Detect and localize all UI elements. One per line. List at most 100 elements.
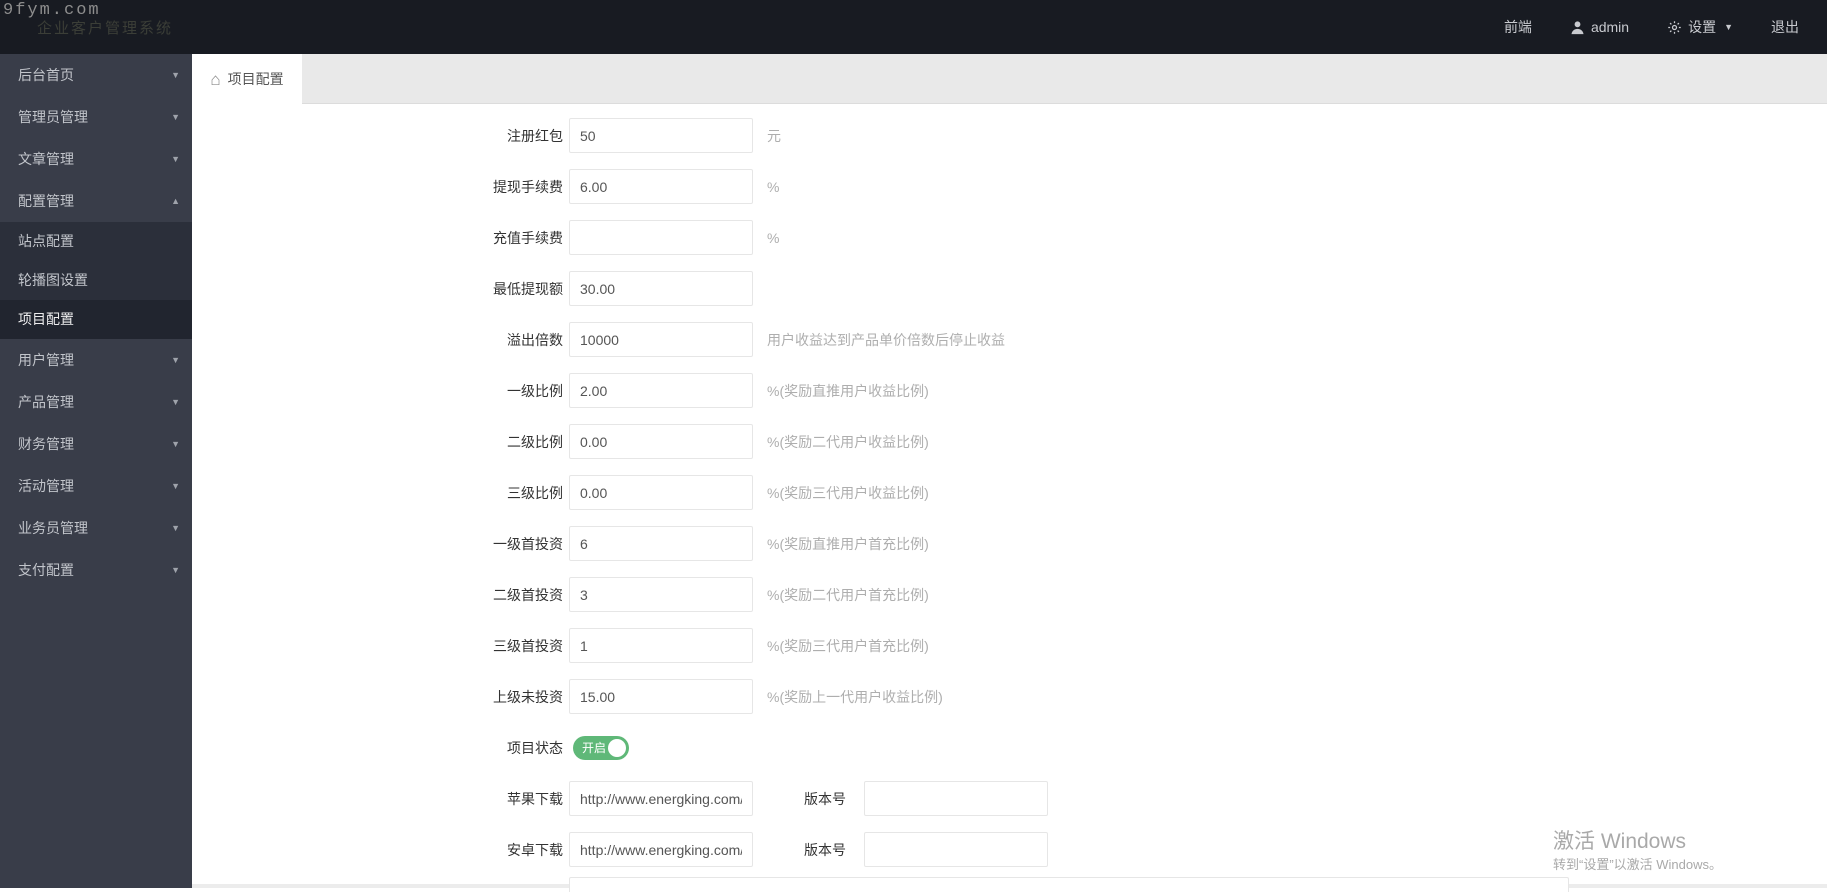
field-label-level2-first-invest: 二级首投资	[493, 586, 563, 603]
sidebar-subitem-轮播图设置[interactable]: 轮播图设置	[0, 261, 192, 300]
tab-title: 项目配置	[227, 71, 284, 87]
sidebar-item-业务员管理[interactable]: 业务员管理 ▼	[0, 507, 192, 549]
sidebar-item-label: 管理员管理	[18, 109, 88, 125]
nav-settings-label: 设置	[1688, 19, 1717, 35]
windows-activation-line2: 转到“设置”以激活 Windows。	[1553, 857, 1723, 872]
next-field-partial-input[interactable]	[569, 877, 1569, 892]
field-label-project-status: 项目状态	[507, 739, 563, 756]
input-android-download-version[interactable]	[864, 832, 1048, 867]
sidebar-subitem-label: 站点配置	[18, 233, 74, 249]
input-level3-first-invest[interactable]	[569, 628, 753, 663]
nav-settings[interactable]: 设置 ▼	[1667, 17, 1733, 37]
form-row-register-red-packet: 注册红包 元	[192, 118, 1827, 153]
chevron-down-icon: ▼	[171, 112, 180, 122]
field-hint-level2-first-invest: %(奖励二代用户首充比例)	[767, 586, 929, 603]
tab-project-config[interactable]: ⌂ 项目配置	[192, 54, 302, 104]
nav-frontend-label: 前端	[1503, 19, 1532, 35]
field-label-level1-first-invest: 一级首投资	[493, 535, 563, 552]
field-hint-level1-first-invest: %(奖励直推用户首充比例)	[767, 535, 929, 552]
form-row-level2-ratio: 二级比例 %(奖励二代用户收益比例)	[192, 424, 1827, 459]
input-withdraw-fee[interactable]	[569, 169, 753, 204]
input-level3-ratio[interactable]	[569, 475, 753, 510]
header-bar: 企业客户管理系统 前端 admin 设置 ▼ 退出	[0, 0, 1827, 54]
field-hint-level3-ratio: %(奖励三代用户收益比例)	[767, 484, 929, 501]
form-row-withdraw-fee: 提现手续费%	[192, 169, 1827, 204]
sidebar-subitem-项目配置[interactable]: 项目配置	[0, 300, 192, 339]
input-level2-ratio[interactable]	[569, 424, 753, 459]
field-label-level3-ratio: 三级比例	[507, 484, 563, 501]
input-apple-download-version[interactable]	[864, 781, 1048, 816]
input-level1-ratio[interactable]	[569, 373, 753, 408]
field-label-withdraw-fee: 提现手续费	[493, 178, 563, 195]
form-row-recharge-fee: 充值手续费%	[192, 220, 1827, 255]
chevron-down-icon: ▼	[171, 565, 180, 575]
nav-admin[interactable]: admin	[1570, 19, 1629, 35]
chevron-down-icon: ▼	[171, 481, 180, 491]
field-hint-level1-ratio: %(奖励直推用户收益比例)	[767, 382, 929, 399]
sidebar-item-管理员管理[interactable]: 管理员管理 ▼	[0, 96, 192, 138]
home-icon: ⌂	[210, 69, 221, 89]
input-android-download[interactable]	[569, 832, 753, 867]
field-label-overflow-multiple: 溢出倍数	[507, 331, 563, 348]
config-form: 注册红包元提现手续费%充值手续费%最低提现额溢出倍数用户收益达到产品单价倍数后停…	[192, 104, 1827, 867]
input-overflow-multiple[interactable]	[569, 322, 753, 357]
field-hint-overflow-multiple: 用户收益达到产品单价倍数后停止收益	[767, 331, 1005, 348]
field-label-parent-uninvested: 上级未投资	[493, 688, 563, 705]
sidebar-item-支付配置[interactable]: 支付配置 ▼	[0, 549, 192, 591]
sidebar-item-label: 用户管理	[18, 352, 74, 368]
sidebar-item-财务管理[interactable]: 财务管理 ▼	[0, 423, 192, 465]
field-hint-register-red-packet: 元	[767, 127, 781, 144]
toggle-project-status[interactable]: 开启	[573, 735, 629, 760]
sidebar-item-文章管理[interactable]: 文章管理 ▼	[0, 138, 192, 180]
field-label-apple-download: 苹果下载	[507, 790, 563, 807]
sidebar-item-label: 活动管理	[18, 478, 74, 494]
sidebar-subitem-label: 轮播图设置	[18, 272, 88, 288]
field-hint-level2-ratio: %(奖励二代用户收益比例)	[767, 433, 929, 450]
form-row-parent-uninvested: 上级未投资 %(奖励上一代用户收益比例)	[192, 679, 1827, 714]
input-min-withdraw[interactable]	[569, 271, 753, 306]
sidebar-item-label: 支付配置	[18, 562, 74, 578]
main-content: 注册红包元提现手续费%充值手续费%最低提现额溢出倍数用户收益达到产品单价倍数后停…	[192, 104, 1827, 892]
sidebar-submenu: 站点配置轮播图设置项目配置	[0, 222, 192, 339]
nav-frontend[interactable]: 前端	[1504, 17, 1532, 37]
nav-logout[interactable]: 退出	[1771, 17, 1799, 37]
sidebar-item-label: 后台首页	[18, 67, 74, 83]
sidebar-item-label: 配置管理	[18, 193, 74, 209]
input-level2-first-invest[interactable]	[569, 577, 753, 612]
windows-activation-line1: 激活 Windows	[1553, 830, 1687, 853]
tab-bar: ⌂ 项目配置	[192, 54, 1827, 104]
sidebar-item-label: 财务管理	[18, 436, 74, 452]
windows-activation-watermark: 激活 Windows 转到“设置”以激活 Windows。	[1553, 830, 1722, 874]
field-label-android-download: 安卓下载	[507, 841, 563, 858]
field-hint-recharge-fee: %	[767, 229, 780, 246]
form-row-level2-first-invest: 二级首投资 %(奖励二代用户首充比例)	[192, 577, 1827, 612]
field-hint-level3-first-invest: %(奖励三代用户首充比例)	[767, 637, 929, 654]
toggle-label: 开启	[582, 740, 607, 755]
sidebar-item-产品管理[interactable]: 产品管理 ▼	[0, 381, 192, 423]
form-row-overflow-multiple: 溢出倍数 用户收益达到产品单价倍数后停止收益	[192, 322, 1827, 357]
input-apple-download[interactable]	[569, 781, 753, 816]
sidebar-item-后台首页[interactable]: 后台首页 ▼	[0, 54, 192, 96]
sidebar-subitem-站点配置[interactable]: 站点配置	[0, 222, 192, 261]
form-row-level1-first-invest: 一级首投资 %(奖励直推用户首充比例)	[192, 526, 1827, 561]
sidebar-item-配置管理[interactable]: 配置管理 ▲	[0, 180, 192, 222]
input-register-red-packet[interactable]	[569, 118, 753, 153]
field-label-min-withdraw: 最低提现额	[493, 280, 563, 297]
chevron-down-icon: ▼	[1724, 22, 1733, 32]
chevron-down-icon: ▼	[171, 439, 180, 449]
field-label-register-red-packet: 注册红包	[507, 127, 563, 144]
input-level1-first-invest[interactable]	[569, 526, 753, 561]
input-parent-uninvested[interactable]	[569, 679, 753, 714]
form-row-min-withdraw: 最低提现额	[192, 271, 1827, 306]
input-recharge-fee[interactable]	[569, 220, 753, 255]
sidebar-item-活动管理[interactable]: 活动管理 ▼	[0, 465, 192, 507]
chevron-down-icon: ▼	[171, 70, 180, 80]
field-label-recharge-fee: 充值手续费	[493, 229, 563, 246]
field-label-level1-ratio: 一级比例	[507, 382, 563, 399]
sidebar-item-用户管理[interactable]: 用户管理 ▼	[0, 339, 192, 381]
form-row-level3-first-invest: 三级首投资 %(奖励三代用户首充比例)	[192, 628, 1827, 663]
gear-icon	[1667, 20, 1682, 35]
chevron-down-icon: ▼	[171, 397, 180, 407]
chevron-down-icon: ▼	[171, 355, 180, 365]
sidebar-item-label: 产品管理	[18, 394, 74, 410]
